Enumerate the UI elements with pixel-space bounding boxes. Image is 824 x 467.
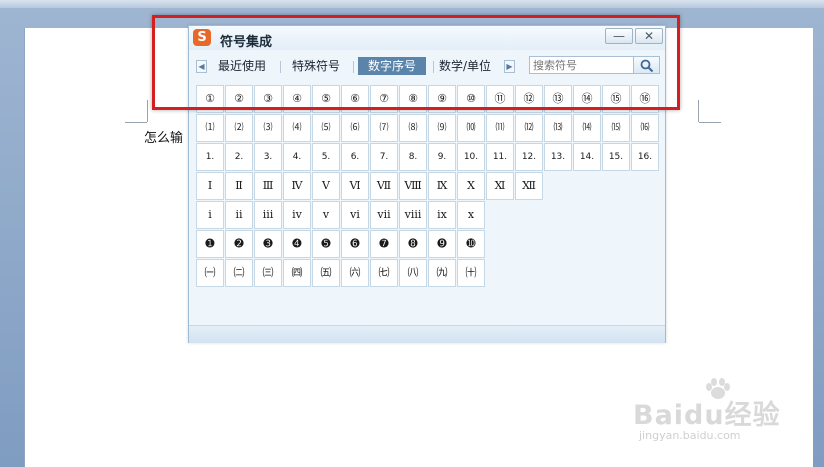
symbol-cell[interactable]: ㈣ (283, 259, 311, 287)
margin-corner-mark-right-h (699, 122, 721, 123)
symbol-cell[interactable]: ㈤ (312, 259, 340, 287)
symbol-cell[interactable]: 10. (457, 143, 485, 171)
symbol-cell[interactable]: ㈢ (254, 259, 282, 287)
symbol-cell[interactable]: 9. (428, 143, 456, 171)
symbol-cell[interactable]: 5. (312, 143, 340, 171)
watermark-url: jingyan.baidu.com (639, 429, 741, 442)
symbol-cell[interactable]: 3. (254, 143, 282, 171)
symbol-cell[interactable]: Ⅶ (370, 172, 398, 200)
symbol-cell[interactable]: ⑾ (486, 114, 514, 142)
symbol-cell[interactable]: Ⅺ (486, 172, 514, 200)
baidu-watermark: Baidu经验 jingyan.baidu.com (633, 378, 783, 448)
symbol-cell[interactable]: 1. (196, 143, 224, 171)
symbol-cell[interactable]: Ⅳ (283, 172, 311, 200)
symbol-cell[interactable]: ㈩ (457, 259, 485, 287)
symbol-cell[interactable]: 15. (602, 143, 630, 171)
symbol-cell[interactable]: ➒ (428, 230, 456, 258)
watermark-brand: Baidu经验 (633, 400, 781, 431)
symbol-cell[interactable]: 4. (283, 143, 311, 171)
symbol-cell[interactable]: ⅳ (283, 201, 311, 229)
symbol-cell[interactable]: ⑼ (428, 114, 456, 142)
document-body-text[interactable]: 怎么输 (144, 127, 183, 146)
symbol-cell[interactable]: 6. (341, 143, 369, 171)
symbol-cell[interactable]: ⑹ (341, 114, 369, 142)
symbol-cell[interactable]: ⑺ (370, 114, 398, 142)
symbol-cell[interactable]: ㈠ (196, 259, 224, 287)
symbol-cell[interactable]: ⒀ (544, 114, 572, 142)
symbol-cell[interactable]: 13. (544, 143, 572, 171)
symbol-cell[interactable]: ➏ (341, 230, 369, 258)
symbol-cell[interactable]: Ⅵ (341, 172, 369, 200)
symbol-cell[interactable]: ➓ (457, 230, 485, 258)
symbol-cell[interactable]: ⅷ (399, 201, 427, 229)
symbol-cell[interactable]: ⑴ (196, 114, 224, 142)
symbol-cell[interactable]: ⑷ (283, 114, 311, 142)
symbol-cell[interactable]: Ⅴ (312, 172, 340, 200)
symbol-cell[interactable]: ㈧ (399, 259, 427, 287)
symbol-cell[interactable]: ⅱ (225, 201, 253, 229)
symbol-cell[interactable]: ⑿ (515, 114, 543, 142)
symbol-cell[interactable]: 14. (573, 143, 601, 171)
symbol-cell[interactable]: Ⅰ (196, 172, 224, 200)
symbol-cell[interactable]: ⑶ (254, 114, 282, 142)
symbol-cell[interactable]: Ⅱ (225, 172, 253, 200)
symbol-cell[interactable]: ㈡ (225, 259, 253, 287)
symbol-cell[interactable]: Ⅻ (515, 172, 543, 200)
symbol-cell[interactable]: ⅸ (428, 201, 456, 229)
symbol-cell[interactable]: Ⅹ (457, 172, 485, 200)
red-highlight-annotation (152, 15, 680, 110)
symbol-cell[interactable]: ➐ (370, 230, 398, 258)
application-top-strip (0, 0, 824, 8)
symbol-cell[interactable]: 7. (370, 143, 398, 171)
symbol-cell[interactable]: ⅲ (254, 201, 282, 229)
symbol-cell[interactable]: ➌ (254, 230, 282, 258)
margin-corner-mark-left (147, 100, 148, 122)
symbol-cell[interactable]: ㈥ (341, 259, 369, 287)
symbol-cell[interactable]: 11. (486, 143, 514, 171)
symbol-cell[interactable]: ➊ (196, 230, 224, 258)
symbol-cell[interactable]: ⅵ (341, 201, 369, 229)
symbol-cell[interactable]: Ⅷ (399, 172, 427, 200)
window-status-bar (189, 325, 665, 343)
symbol-cell[interactable]: ⒂ (602, 114, 630, 142)
symbol-cell[interactable]: ⒃ (631, 114, 659, 142)
symbol-cell[interactable]: ㈦ (370, 259, 398, 287)
margin-corner-mark-right (698, 100, 699, 122)
symbol-cell[interactable]: ➍ (283, 230, 311, 258)
symbol-cell[interactable]: ㈨ (428, 259, 456, 287)
symbol-cell[interactable]: ➑ (399, 230, 427, 258)
symbol-cell[interactable]: ⑵ (225, 114, 253, 142)
symbol-cell[interactable]: Ⅲ (254, 172, 282, 200)
symbol-cell[interactable]: ⅴ (312, 201, 340, 229)
symbol-cell[interactable]: ⑸ (312, 114, 340, 142)
symbol-cell[interactable]: 8. (399, 143, 427, 171)
symbol-cell[interactable]: Ⅸ (428, 172, 456, 200)
symbol-cell[interactable]: ⒁ (573, 114, 601, 142)
symbol-grid: ① ② ③ ④ ⑤ ⑥ ⑦ ⑧ ⑨ ⑩ ⑪ ⑫ ⑬ ⑭ ⑮ ⑯ ⑴ ⑵ ⑶ ⑷ ⑸ ⑹ ⑺ ⑻ ⑼ ⑽ ⑾ ⑿ ⒀ ⒁ ⒂ ⒃ 1. 2. 3. 4.… (196, 85, 661, 287)
symbol-cell[interactable]: ➋ (225, 230, 253, 258)
symbol-cell[interactable]: ⑽ (457, 114, 485, 142)
symbol-cell[interactable]: ⅹ (457, 201, 485, 229)
symbol-cell[interactable]: ⑻ (399, 114, 427, 142)
symbol-cell[interactable]: ⅰ (196, 201, 224, 229)
symbol-cell[interactable]: 2. (225, 143, 253, 171)
symbol-cell[interactable]: ➎ (312, 230, 340, 258)
symbol-cell[interactable]: 16. (631, 143, 659, 171)
symbol-cell[interactable]: ⅶ (370, 201, 398, 229)
symbol-cell[interactable]: 12. (515, 143, 543, 171)
margin-corner-mark-left-h (125, 122, 147, 123)
